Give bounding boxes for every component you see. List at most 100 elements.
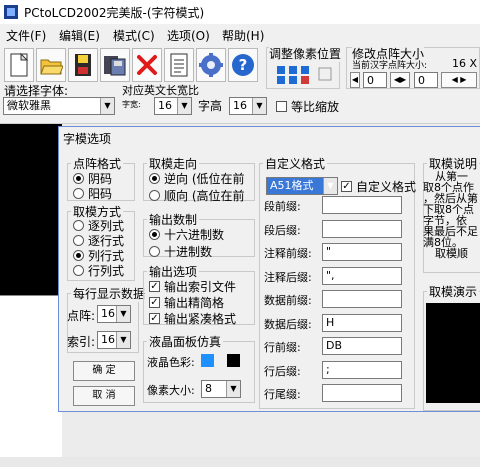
char-height-label: 字高 (198, 99, 223, 113)
radio-icon (73, 173, 84, 184)
settings-button[interactable] (196, 48, 226, 82)
radio-decimal[interactable]: 十进制数 (149, 243, 212, 260)
radio-icon (149, 190, 160, 201)
menu-mode[interactable]: 模式(C) (113, 27, 155, 44)
document-icon (170, 53, 188, 77)
custom-field-input[interactable] (322, 196, 402, 214)
chevron-down-icon: ▼ (116, 332, 130, 348)
custom-field-label: 数据后缀: (264, 317, 312, 331)
menu-edit[interactable]: 编辑(E) (59, 27, 100, 44)
custom-field-label: 注释后缀: (264, 270, 312, 284)
font-select[interactable]: 微软雅黑 ▼ (3, 97, 115, 115)
char-height-select[interactable]: 16 ▼ (229, 97, 267, 115)
radio-reverse-direction[interactable]: 逆向 (低位在前 (149, 170, 245, 187)
checkbox-tight[interactable]: ✓ 输出紧凑格式 (149, 310, 236, 327)
preview-canvas[interactable] (0, 124, 62, 314)
radio-icon (149, 173, 160, 184)
radio-hex[interactable]: 十六进制数 (149, 226, 224, 243)
ok-button[interactable]: 确 定 (73, 361, 135, 381)
lcd-color-label: 液晶色彩: (147, 356, 195, 369)
custom-field-label: 段后缀: (264, 223, 301, 237)
dot-size-prev-button[interactable]: ◀ (350, 72, 360, 88)
lcd-off-color-swatch[interactable] (227, 354, 240, 367)
status-bar (0, 457, 480, 467)
chevron-down-icon: ▼ (177, 98, 191, 114)
chevron-down-icon: ▼ (116, 306, 130, 322)
pixel-arrows[interactable] (275, 64, 335, 86)
new-file-button[interactable] (4, 48, 34, 82)
custom-field-input[interactable]: DB (322, 337, 402, 355)
save-as-button[interactable] (100, 48, 130, 82)
proportional-scale-checkbox[interactable]: 等比缩放 (276, 98, 339, 115)
custom-field-input[interactable]: ; (322, 360, 402, 379)
checkmark-icon: ✓ (149, 297, 160, 308)
arrow-controls-icon (277, 66, 332, 84)
lcd-on-color-swatch[interactable] (201, 354, 214, 367)
checkbox-index-file[interactable]: ✓ 输出索引文件 (149, 278, 236, 295)
open-file-button[interactable] (36, 48, 66, 82)
custom-field-input[interactable] (322, 219, 402, 238)
pixel-size-select[interactable]: 8 ▼ (201, 380, 241, 398)
close-icon (137, 55, 157, 75)
radio-icon (73, 188, 84, 199)
radio-positive-code[interactable]: 阳码 (73, 185, 112, 202)
radio-row-column[interactable]: 行列式 (73, 262, 124, 279)
custom-field-label: 注释前缀: (264, 247, 312, 260)
pixel-position-label: 调整像素位置 (269, 45, 342, 62)
custom-field-input[interactable]: H (322, 313, 402, 332)
explain-text: 从第一 取8个点作 ，然后从第 下取8个点 字节，依 果最后不足 满8位。 取模… (423, 170, 478, 260)
ascii-width-label: 对应英文长宽比 (122, 84, 199, 97)
index-count-select[interactable]: 16 ▼ (97, 331, 131, 349)
menu-bar: 文件(F) 编辑(E) 模式(C) 选项(O) 帮助(H) (0, 24, 480, 44)
chevron-down-icon: ▼ (100, 98, 114, 114)
custom-field-label: 段前缀: (264, 200, 301, 213)
char-width-label: 字宽: (122, 100, 141, 109)
custom-format-title: 自定义格式 (263, 155, 328, 172)
radio-icon (73, 220, 84, 231)
custom-format-checkbox[interactable]: ✓ 自定义格式 (341, 178, 416, 195)
dot-size-next-button[interactable]: ◀▶ (390, 72, 410, 88)
app-icon (4, 5, 18, 19)
checkbox-compact[interactable]: ✓ 输出精简格 (149, 294, 224, 311)
help-button[interactable]: ? (228, 48, 258, 82)
dot-count-select[interactable]: 16 ▼ (97, 305, 131, 323)
dot-width-spin[interactable]: 0 (363, 72, 387, 88)
chevron-down-icon: ▼ (252, 98, 266, 114)
font-options-dialog: 字模选项 点阵格式 阴码 阳码 取模方式 逐列式 逐行式 列行式 行列式 每行显… (58, 126, 480, 412)
ascii-width-select[interactable]: 16 ▼ (154, 97, 192, 115)
demo-canvas (426, 303, 480, 403)
menu-file[interactable]: 文件(F) (6, 27, 46, 44)
radio-icon (149, 229, 160, 240)
radio-icon (73, 235, 84, 246)
index-count-label: 索引: (67, 335, 96, 349)
custom-field-input[interactable] (322, 384, 402, 402)
checkbox-icon (276, 101, 287, 112)
document-button[interactable] (164, 48, 194, 82)
custom-field-input[interactable] (322, 290, 402, 308)
delete-button[interactable] (132, 48, 162, 82)
menu-help[interactable]: 帮助(H) (222, 27, 264, 44)
output-text-area[interactable] (0, 295, 62, 467)
checkmark-icon: ✓ (149, 313, 160, 324)
title-bar: PCtoLCD2002完美版-(字符模式) (0, 0, 480, 24)
chevron-down-icon: ▼ (323, 178, 337, 194)
format-select[interactable]: A51格式 ▼ (266, 177, 338, 195)
save-icon (75, 54, 91, 76)
pixel-size-label: 像素大小: (147, 384, 195, 397)
checkmark-icon: ✓ (149, 281, 160, 292)
cancel-button[interactable]: 取 消 (73, 386, 135, 406)
custom-field-input[interactable]: ", (322, 266, 402, 285)
lcd-sim-title: 液晶面板仿真 (147, 333, 224, 350)
radio-forward-direction[interactable]: 顺向 (高位在前 (149, 187, 245, 204)
demo-title: 取模演示 (427, 283, 480, 300)
checkmark-icon: ✓ (341, 181, 352, 192)
custom-field-label: 行尾缀: (264, 388, 301, 401)
save-button[interactable] (68, 48, 98, 82)
per-line-title: 每行显示数据 (71, 285, 148, 302)
menu-options[interactable]: 选项(O) (167, 27, 210, 44)
dot-height-spin[interactable]: 0 (414, 72, 438, 88)
custom-field-input[interactable]: " (322, 243, 402, 261)
dot-size-adjust-button[interactable]: ◀ ▶ (441, 72, 477, 88)
custom-field-label: 行后缀: (264, 364, 301, 378)
custom-field-label: 数据前缀: (264, 294, 312, 307)
